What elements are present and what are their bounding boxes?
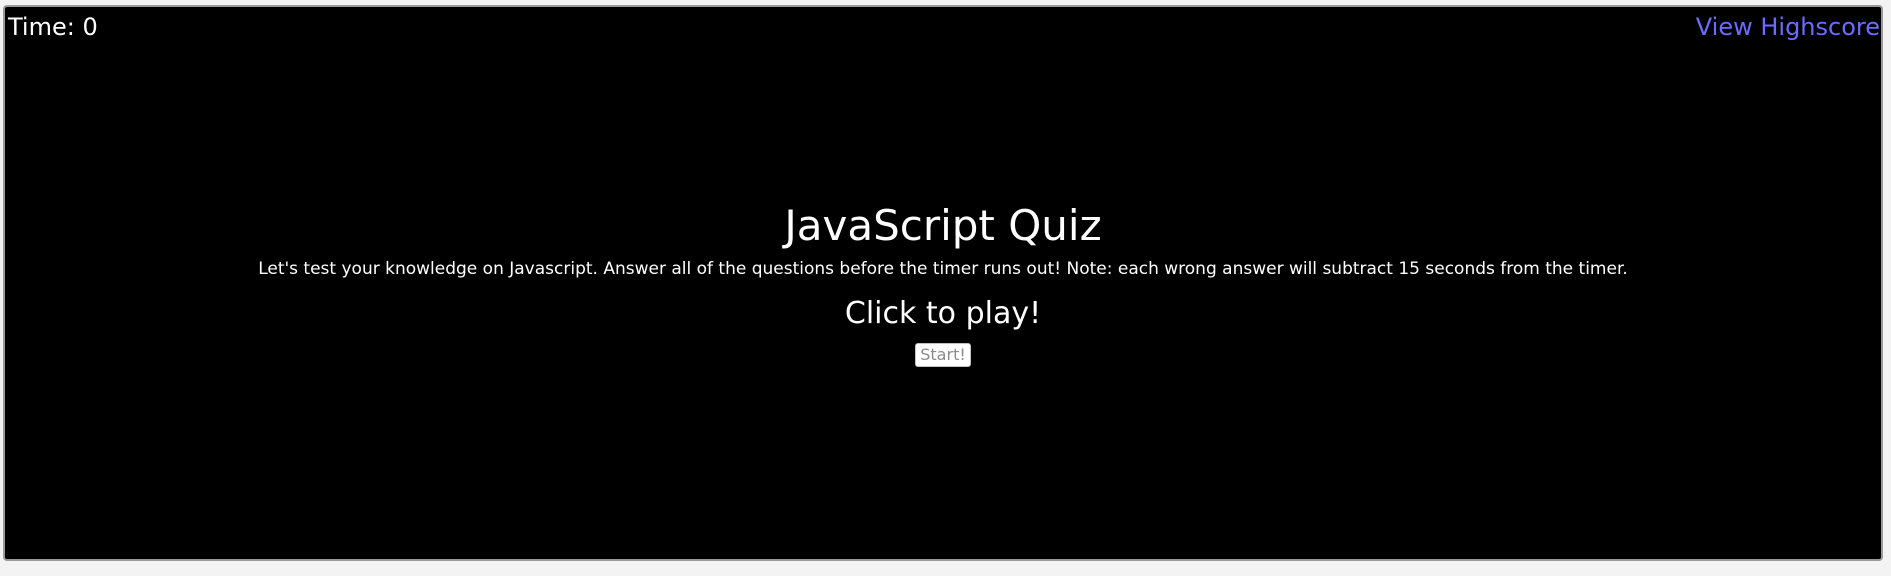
- quiz-panel: Time: 0 View Highscore JavaScript Quiz L…: [3, 5, 1883, 561]
- quiz-description: Let's test your knowledge on Javascript.…: [258, 259, 1628, 279]
- start-screen: JavaScript Quiz Let's test your knowledg…: [5, 199, 1881, 367]
- quiz-title: JavaScript Quiz: [784, 201, 1102, 250]
- play-prompt: Click to play!: [844, 296, 1042, 331]
- timer-display: Time: 0: [8, 13, 98, 41]
- view-highscore-link[interactable]: View Highscore: [1696, 12, 1880, 42]
- start-button[interactable]: Start!: [915, 343, 971, 367]
